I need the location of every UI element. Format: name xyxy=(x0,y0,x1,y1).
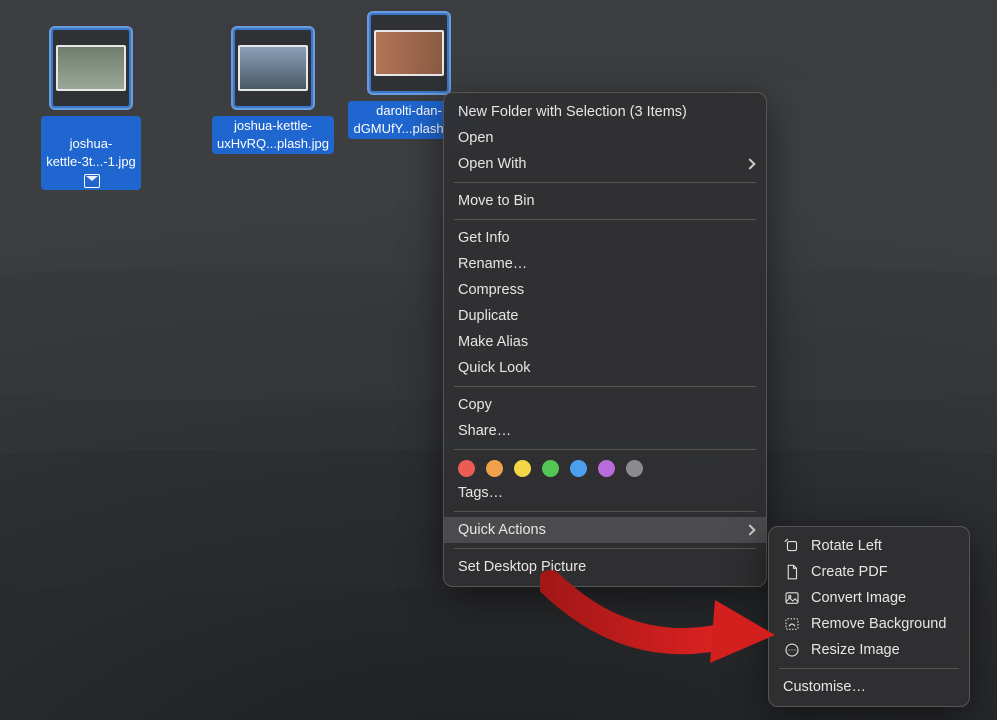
tag-color-orange[interactable] xyxy=(486,460,503,477)
tag-color-green[interactable] xyxy=(542,460,559,477)
menu-item-make-alias[interactable]: Make Alias xyxy=(444,329,766,355)
desktop-file[interactable]: joshua- kettle-3t...-1.jpg xyxy=(6,26,176,190)
submenu-item-convert-image[interactable]: Convert Image xyxy=(769,585,969,611)
menu-item-set-desktop-picture[interactable]: Set Desktop Picture xyxy=(444,554,766,580)
submenu-item-remove-background[interactable]: Remove Background xyxy=(769,611,969,637)
menu-separator xyxy=(454,182,756,183)
thumbnail-image xyxy=(238,45,308,91)
menu-separator xyxy=(454,449,756,450)
submenu-item-resize-image[interactable]: Resize Image xyxy=(769,637,969,663)
tag-color-yellow[interactable] xyxy=(514,460,531,477)
menu-item-duplicate[interactable]: Duplicate xyxy=(444,303,766,329)
menu-item-rename[interactable]: Rename… xyxy=(444,251,766,277)
ellipsis-circle-icon xyxy=(783,641,801,659)
menu-item-label: Open With xyxy=(458,154,527,174)
menu-item-new-folder-selection[interactable]: New Folder with Selection (3 Items) xyxy=(444,99,766,125)
submenu-item-create-pdf[interactable]: Create PDF xyxy=(769,559,969,585)
thumbnail-image xyxy=(374,30,444,76)
menu-item-label: Convert Image xyxy=(811,588,906,608)
menu-item-open-with[interactable]: Open With xyxy=(444,151,766,177)
menu-item-copy[interactable]: Copy xyxy=(444,392,766,418)
menu-item-share[interactable]: Share… xyxy=(444,418,766,444)
menu-separator xyxy=(454,386,756,387)
file-label: joshua- kettle-3t...-1.jpg xyxy=(41,116,141,190)
file-thumbnail xyxy=(231,26,315,110)
menu-item-label: Remove Background xyxy=(811,614,946,634)
menu-item-quick-look[interactable]: Quick Look xyxy=(444,355,766,381)
menu-item-label: Resize Image xyxy=(811,640,900,660)
chevron-right-icon xyxy=(744,524,755,535)
quick-actions-submenu: Rotate Left Create PDF Convert Image Rem… xyxy=(768,526,970,707)
tag-color-blue[interactable] xyxy=(570,460,587,477)
menu-item-tags[interactable]: Tags… xyxy=(444,480,766,506)
remove-background-icon xyxy=(783,615,801,633)
context-menu: New Folder with Selection (3 Items) Open… xyxy=(443,92,767,587)
menu-item-open[interactable]: Open xyxy=(444,125,766,151)
document-icon xyxy=(783,563,801,581)
file-label-text: joshua- kettle-3t...-1.jpg xyxy=(46,136,136,169)
menu-separator xyxy=(454,548,756,549)
menu-separator xyxy=(779,668,959,669)
rotate-left-icon xyxy=(783,537,801,555)
thumbnail-image xyxy=(56,45,126,91)
menu-item-compress[interactable]: Compress xyxy=(444,277,766,303)
chevron-right-icon xyxy=(744,158,755,169)
tag-color-purple[interactable] xyxy=(598,460,615,477)
submenu-item-customise[interactable]: Customise… xyxy=(769,674,969,700)
mail-badge-icon xyxy=(84,174,100,188)
menu-item-get-info[interactable]: Get Info xyxy=(444,225,766,251)
file-label: joshua-kettle- uxHvRQ...plash.jpg xyxy=(212,116,334,154)
file-thumbnail xyxy=(367,11,451,95)
menu-separator xyxy=(454,511,756,512)
submenu-item-rotate-left[interactable]: Rotate Left xyxy=(769,533,969,559)
menu-item-quick-actions[interactable]: Quick Actions xyxy=(444,517,766,543)
menu-item-label: Create PDF xyxy=(811,562,888,582)
tag-color-red[interactable] xyxy=(458,460,475,477)
menu-item-label: Quick Actions xyxy=(458,520,546,540)
file-thumbnail xyxy=(49,26,133,110)
image-icon xyxy=(783,589,801,607)
tags-row xyxy=(444,455,766,480)
menu-separator xyxy=(454,219,756,220)
menu-item-move-to-bin[interactable]: Move to Bin xyxy=(444,188,766,214)
tag-color-gray[interactable] xyxy=(626,460,643,477)
menu-item-label: Rotate Left xyxy=(811,536,882,556)
